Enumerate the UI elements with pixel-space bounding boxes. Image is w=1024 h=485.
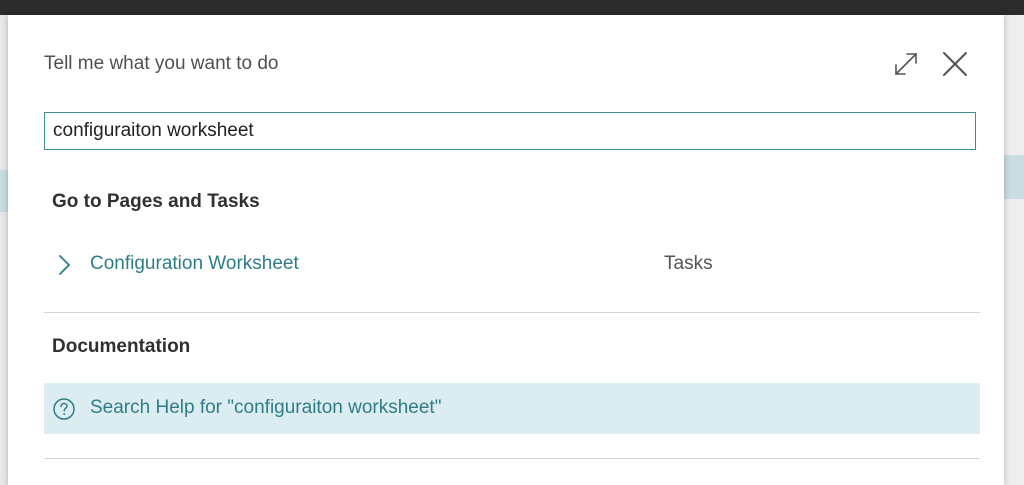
result-label[interactable]: Configuration Worksheet: [90, 253, 299, 275]
question-circle-icon: [53, 398, 75, 420]
search-input[interactable]: [44, 112, 976, 150]
chevron-right-icon: [59, 255, 71, 275]
background-page-right: [1004, 15, 1024, 485]
result-category: Tasks: [664, 253, 713, 274]
search-help-link[interactable]: Search Help for "configuraiton worksheet…: [90, 397, 441, 419]
pages-tasks-heading: Go to Pages and Tasks: [52, 191, 260, 212]
tell-me-dialog: Tell me what you want to do Go to Pages …: [8, 15, 1004, 485]
background-band-left: [0, 170, 8, 212]
search-help-row[interactable]: Search Help for "configuraiton worksheet…: [44, 383, 980, 434]
top-bar: [0, 0, 1024, 15]
dialog-title: Tell me what you want to do: [44, 53, 279, 74]
result-row-configuration-worksheet[interactable]: Configuration Worksheet Tasks: [44, 243, 976, 287]
screen: Tell me what you want to do Go to Pages …: [0, 0, 1024, 485]
background-page-left: [0, 15, 8, 485]
expand-icon: [895, 53, 917, 75]
close-icon: [943, 52, 967, 76]
background-band-right: [1004, 155, 1024, 199]
documentation-heading: Documentation: [52, 336, 191, 357]
section-divider: [44, 312, 980, 313]
close-button[interactable]: [937, 46, 973, 82]
expand-button[interactable]: [888, 46, 924, 82]
section-divider: [44, 458, 980, 459]
